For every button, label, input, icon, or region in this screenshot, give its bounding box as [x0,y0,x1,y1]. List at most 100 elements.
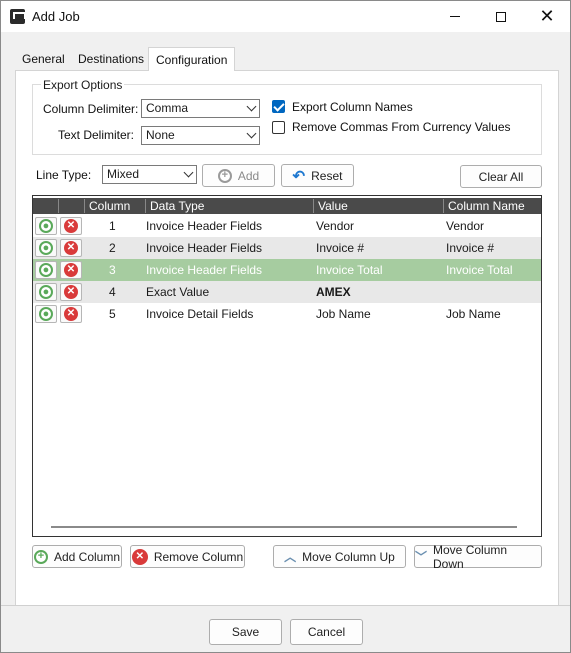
close-button[interactable]: ✕ [524,1,570,32]
window-title: Add Job [32,9,80,24]
eye-icon: ● [39,285,53,299]
footer-divider [1,605,570,606]
export-options-title: Export Options [41,78,125,92]
maximize-button[interactable] [478,1,524,32]
view-row-button[interactable]: ● [35,261,57,279]
remove-icon: ✕ [131,548,148,565]
cell-data-type: Invoice Header Fields [146,219,263,233]
line-type-select[interactable]: Mixed [102,165,197,184]
text-delimiter-select[interactable]: None [141,126,260,145]
delete-row-button[interactable]: ✕ [60,261,82,279]
close-icon: ✕ [64,241,78,255]
delete-row-button[interactable]: ✕ [60,239,82,257]
title-bar: Add Job ✕ [1,1,570,32]
chevron-down-icon [246,128,257,139]
cell-column-name: Invoice # [446,241,495,255]
move-column-up-button[interactable]: ︿ Move Column Up [273,545,406,568]
minimize-icon [450,16,460,17]
delete-row-button[interactable]: ✕ [60,283,82,301]
table-row[interactable]: ● ✕ 2 Invoice Header Fields Invoice # In… [33,237,541,259]
tab-general[interactable]: General [15,47,72,71]
text-delimiter-value: None [146,128,175,142]
line-type-label: Line Type: [36,168,92,182]
move-column-up-label: Move Column Up [302,549,395,564]
view-row-button[interactable]: ● [35,305,57,323]
column-delimiter-label: Column Delimiter: [43,102,139,116]
table-row-selected[interactable]: ● ✕ 3 Invoice Header Fields Invoice Tota… [33,259,541,281]
cell-column-name: Vendor [446,219,485,233]
eye-icon: ● [39,219,53,233]
view-row-button[interactable]: ● [35,283,57,301]
grid-header-blank [58,199,84,213]
cell-data-type: Invoice Header Fields [146,263,263,277]
column-delimiter-value: Comma [146,101,189,115]
tab-configuration[interactable]: Configuration [148,47,236,71]
reset-button[interactable]: ↶ Reset [281,164,354,187]
text-delimiter-label: Text Delimiter: [58,128,135,142]
cell-column: 4 [109,285,116,299]
close-icon: ✕ [539,6,555,26]
grid-header: Column Data Type Value Column Name [33,198,541,214]
cell-value: Invoice Total [316,263,383,277]
cancel-button[interactable]: Cancel [290,619,363,645]
plus-icon: + [217,168,232,183]
add-line-button[interactable]: + Add [202,164,275,187]
cell-value: Invoice # [316,241,365,255]
cell-value: AMEX [316,285,351,299]
minimize-button[interactable] [432,1,478,32]
table-row[interactable]: ● ✕ 5 Invoice Detail Fields Job Name Job… [33,303,541,325]
close-icon: ✕ [64,307,78,321]
chevron-up-icon: ︿ [284,550,297,564]
cell-data-type: Invoice Detail Fields [146,307,254,321]
grid-header-value: Value [313,199,443,213]
cell-column: 5 [109,307,116,321]
grid-header-column-name: Column Name [443,199,541,213]
cell-data-type: Invoice Header Fields [146,241,263,255]
move-column-down-button[interactable]: ﹀ Move Column Down [414,542,542,571]
columns-grid: Column Data Type Value Column Name ● ✕ 1… [32,195,542,537]
cell-column-name: Job Name [446,307,501,321]
cell-value: Job Name [316,307,371,321]
clear-all-button[interactable]: Clear All [460,165,542,188]
cell-value: Vendor [316,219,355,233]
chevron-down-icon: ﹀ [415,550,428,564]
horizontal-scrollbar[interactable] [51,526,517,528]
export-column-names-checkbox[interactable] [272,100,285,113]
close-icon: ✕ [64,263,78,277]
close-icon: ✕ [64,219,78,233]
view-row-button[interactable]: ● [35,239,57,257]
clear-all-label: Clear All [478,169,524,184]
cancel-label: Cancel [307,625,346,639]
eye-icon: ● [39,263,53,277]
add-column-label: Add Column [53,549,121,564]
grid-header-column: Column [84,199,145,213]
table-row[interactable]: ● ✕ 4 Exact Value AMEX [33,281,541,303]
remove-column-button[interactable]: ✕ Remove Column [130,545,245,568]
plus-icon: + [33,549,48,564]
remove-commas-checkbox[interactable] [272,121,285,134]
cell-column-name: Invoice Total [446,263,513,277]
table-row[interactable]: ● ✕ 1 Invoice Header Fields Vendor Vendo… [33,215,541,237]
view-row-button[interactable]: ● [35,217,57,235]
add-line-label: Add [237,168,260,183]
eye-icon: ● [39,307,53,321]
save-label: Save [231,625,260,639]
remove-column-label: Remove Column [153,549,244,564]
column-delimiter-select[interactable]: Comma [141,99,260,118]
grid-header-data-type: Data Type [145,199,313,213]
remove-commas-label: Remove Commas From Currency Values [292,120,511,134]
line-type-value: Mixed [107,167,140,181]
cell-data-type: Exact Value [146,285,210,299]
tab-destinations[interactable]: Destinations [71,47,151,71]
undo-arrow-icon: ↶ [292,167,306,185]
cell-column: 1 [109,219,116,233]
save-button[interactable]: Save [209,619,282,645]
cell-column: 3 [109,263,116,277]
delete-row-button[interactable]: ✕ [60,305,82,323]
app-icon [10,9,26,24]
add-column-button[interactable]: + Add Column [32,545,122,568]
reset-label: Reset [311,168,343,183]
delete-row-button[interactable]: ✕ [60,217,82,235]
eye-icon: ● [39,241,53,255]
move-column-down-label: Move Column Down [433,542,508,571]
